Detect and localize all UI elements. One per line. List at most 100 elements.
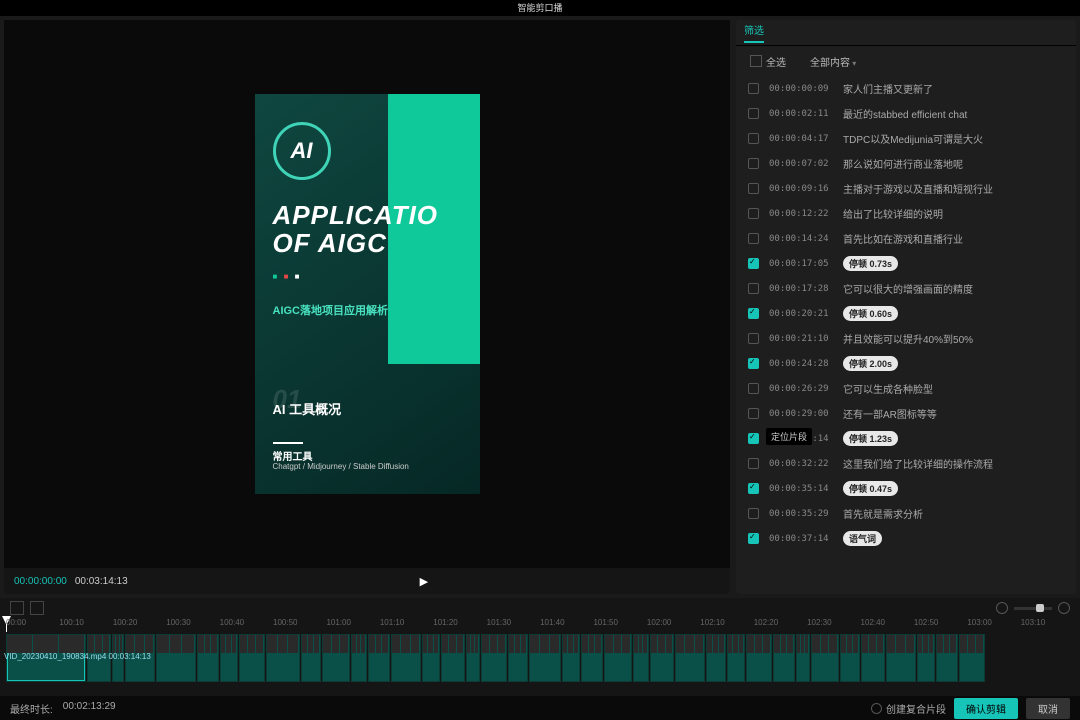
- timeline-clip[interactable]: [936, 634, 958, 682]
- transcript-row[interactable]: 00:00:32:22这里我们给了比较详细的操作流程: [736, 451, 1076, 476]
- zoom-slider[interactable]: [1014, 607, 1052, 610]
- row-checkbox[interactable]: [748, 433, 759, 444]
- row-checkbox[interactable]: [748, 133, 759, 144]
- timeline-clip[interactable]: [746, 634, 772, 682]
- row-checkbox[interactable]: [748, 308, 759, 319]
- player-total-time: 00:03:14:13: [75, 576, 128, 587]
- row-checkbox[interactable]: [748, 533, 759, 544]
- timeline-clip[interactable]: [351, 634, 367, 682]
- select-all-checkbox[interactable]: 全选: [750, 54, 786, 69]
- timeline-clip[interactable]: [581, 634, 603, 682]
- timeline-clip[interactable]: [861, 634, 885, 682]
- play-button[interactable]: ▶: [136, 575, 712, 588]
- row-checkbox[interactable]: [748, 108, 759, 119]
- create-compound-option[interactable]: 创建复合片段: [871, 701, 946, 716]
- content-filter-select[interactable]: 全部内容: [810, 54, 856, 69]
- transcript-row[interactable]: 00:00:17:05停顿 0.73s: [736, 251, 1076, 276]
- timeline-clip[interactable]: [706, 634, 726, 682]
- row-checkbox[interactable]: [748, 208, 759, 219]
- transcript-row[interactable]: 00:00:02:11最近的stabbed efficient chat: [736, 101, 1076, 126]
- row-checkbox[interactable]: [748, 358, 759, 369]
- slide-section-title: AI 工具概况: [273, 399, 342, 418]
- row-checkbox[interactable]: [748, 383, 759, 394]
- timeline-clip[interactable]: [773, 634, 795, 682]
- transcript-row[interactable]: 00:00:37:14语气词: [736, 526, 1076, 551]
- timeline-clip[interactable]: [840, 634, 860, 682]
- row-text: 主播对于游戏以及直播和短视行业: [843, 181, 1064, 196]
- zoom-in-icon[interactable]: [1058, 602, 1070, 614]
- row-checkbox[interactable]: [748, 158, 759, 169]
- row-checkbox[interactable]: [748, 458, 759, 469]
- timeline-clip[interactable]: [239, 634, 265, 682]
- timeline-clip[interactable]: [529, 634, 561, 682]
- timeline-track[interactable]: VID_20230410_190834.mp4 00:03:14:13: [0, 632, 1080, 696]
- transcript-row[interactable]: 00:00:04:17TDPC以及Medijunia可谓是大火: [736, 126, 1076, 151]
- timeline-clip[interactable]: [675, 634, 705, 682]
- timeline-clip[interactable]: [481, 634, 507, 682]
- timeline-clip[interactable]: [917, 634, 935, 682]
- zoom-out-icon[interactable]: [996, 602, 1008, 614]
- timeline-clip[interactable]: [727, 634, 745, 682]
- row-timestamp: 00:00:09:16: [769, 184, 833, 194]
- timeline-clip[interactable]: [811, 634, 839, 682]
- transcript-row[interactable]: 00:00:26:29它可以生成各种脸型: [736, 376, 1076, 401]
- row-timestamp: 00:00:29:00: [769, 409, 833, 419]
- timeline-clip[interactable]: [633, 634, 649, 682]
- confirm-button[interactable]: 确认剪辑: [954, 698, 1018, 719]
- transcript-row[interactable]: 00:00:24:28停顿 2.00s: [736, 351, 1076, 376]
- row-checkbox[interactable]: [748, 408, 759, 419]
- transcript-row[interactable]: 00:00:17:28它可以很大的增强画面的精度: [736, 276, 1076, 301]
- final-duration-value: 00:02:13:29: [63, 701, 116, 716]
- transcript-row[interactable]: 00:00:21:10并且效能可以提升40%到50%: [736, 326, 1076, 351]
- timeline-tool-1[interactable]: [10, 601, 24, 615]
- timeline-tool-2[interactable]: [30, 601, 44, 615]
- transcript-row[interactable]: 00:00:35:14停顿 0.47s: [736, 476, 1076, 501]
- row-checkbox[interactable]: [748, 508, 759, 519]
- timeline-ruler[interactable]: 00:00100:10100:20100:30100:40100:50101:0…: [0, 618, 1080, 632]
- timeline-clip[interactable]: [368, 634, 390, 682]
- row-checkbox[interactable]: [748, 258, 759, 269]
- timeline-clip[interactable]: [562, 634, 580, 682]
- transcript-row[interactable]: 00:00:29:00还有一部AR图标等等: [736, 401, 1076, 426]
- row-timestamp: 00:00:02:11: [769, 109, 833, 119]
- transcript-row[interactable]: 00:00:00:09家人们主播又更新了: [736, 76, 1076, 101]
- cancel-button[interactable]: 取消: [1026, 698, 1070, 719]
- timeline-clip[interactable]: [441, 634, 465, 682]
- transcript-row[interactable]: 00:00:12:22给出了比较详细的说明: [736, 201, 1076, 226]
- transcript-row[interactable]: 00:00:35:29首先就是需求分析: [736, 501, 1076, 526]
- timeline-clip[interactable]: [886, 634, 916, 682]
- row-checkbox[interactable]: [748, 483, 759, 494]
- timeline-clip[interactable]: [197, 634, 219, 682]
- timeline-clip[interactable]: [466, 634, 480, 682]
- timeline-clip[interactable]: [508, 634, 528, 682]
- timeline-clip[interactable]: [604, 634, 632, 682]
- row-text: 那么说如何进行商业落地呢: [843, 156, 1064, 171]
- row-text: 并且效能可以提升40%到50%: [843, 331, 1064, 346]
- timeline-clip[interactable]: [301, 634, 321, 682]
- timeline-clip[interactable]: [156, 634, 196, 682]
- timeline-clip[interactable]: [322, 634, 350, 682]
- row-checkbox[interactable]: [748, 83, 759, 94]
- transcript-row[interactable]: 00:00:07:02那么说如何进行商业落地呢: [736, 151, 1076, 176]
- timeline-clip[interactable]: [959, 634, 985, 682]
- row-checkbox[interactable]: [748, 283, 759, 294]
- pause-pill: 停顿 0.60s: [843, 306, 898, 321]
- timeline-clip[interactable]: [266, 634, 300, 682]
- transcript-row[interactable]: 00:00:20:21停顿 0.60s: [736, 301, 1076, 326]
- transcript-list[interactable]: 定位片段 00:00:00:09家人们主播又更新了00:00:02:11最近的s…: [736, 76, 1076, 594]
- tab-filter[interactable]: 筛选: [744, 22, 764, 43]
- row-timestamp: 00:00:32:22: [769, 459, 833, 469]
- row-checkbox[interactable]: [748, 233, 759, 244]
- timeline-clip[interactable]: [796, 634, 810, 682]
- row-text: 首先就是需求分析: [843, 506, 1064, 521]
- transcript-row[interactable]: 00:00:09:16 主播对于游戏以及直播和短视行业: [736, 176, 1076, 201]
- timeline-clip[interactable]: [220, 634, 238, 682]
- transcript-panel: 筛选 全选 全部内容 定位片段 00:00:00:09家人们主播又更新了00:0…: [736, 20, 1076, 594]
- timeline-clip[interactable]: [422, 634, 440, 682]
- transcript-row[interactable]: 00:00:14:24首先比如在游戏和直播行业: [736, 226, 1076, 251]
- timeline-clip[interactable]: [650, 634, 674, 682]
- row-checkbox[interactable]: [748, 183, 759, 194]
- video-preview[interactable]: AI APPLICATIO OF AIGC ■ ■ ■ AIGC落地项目应用解析…: [4, 20, 730, 568]
- row-checkbox[interactable]: [748, 333, 759, 344]
- timeline-clip[interactable]: [391, 634, 421, 682]
